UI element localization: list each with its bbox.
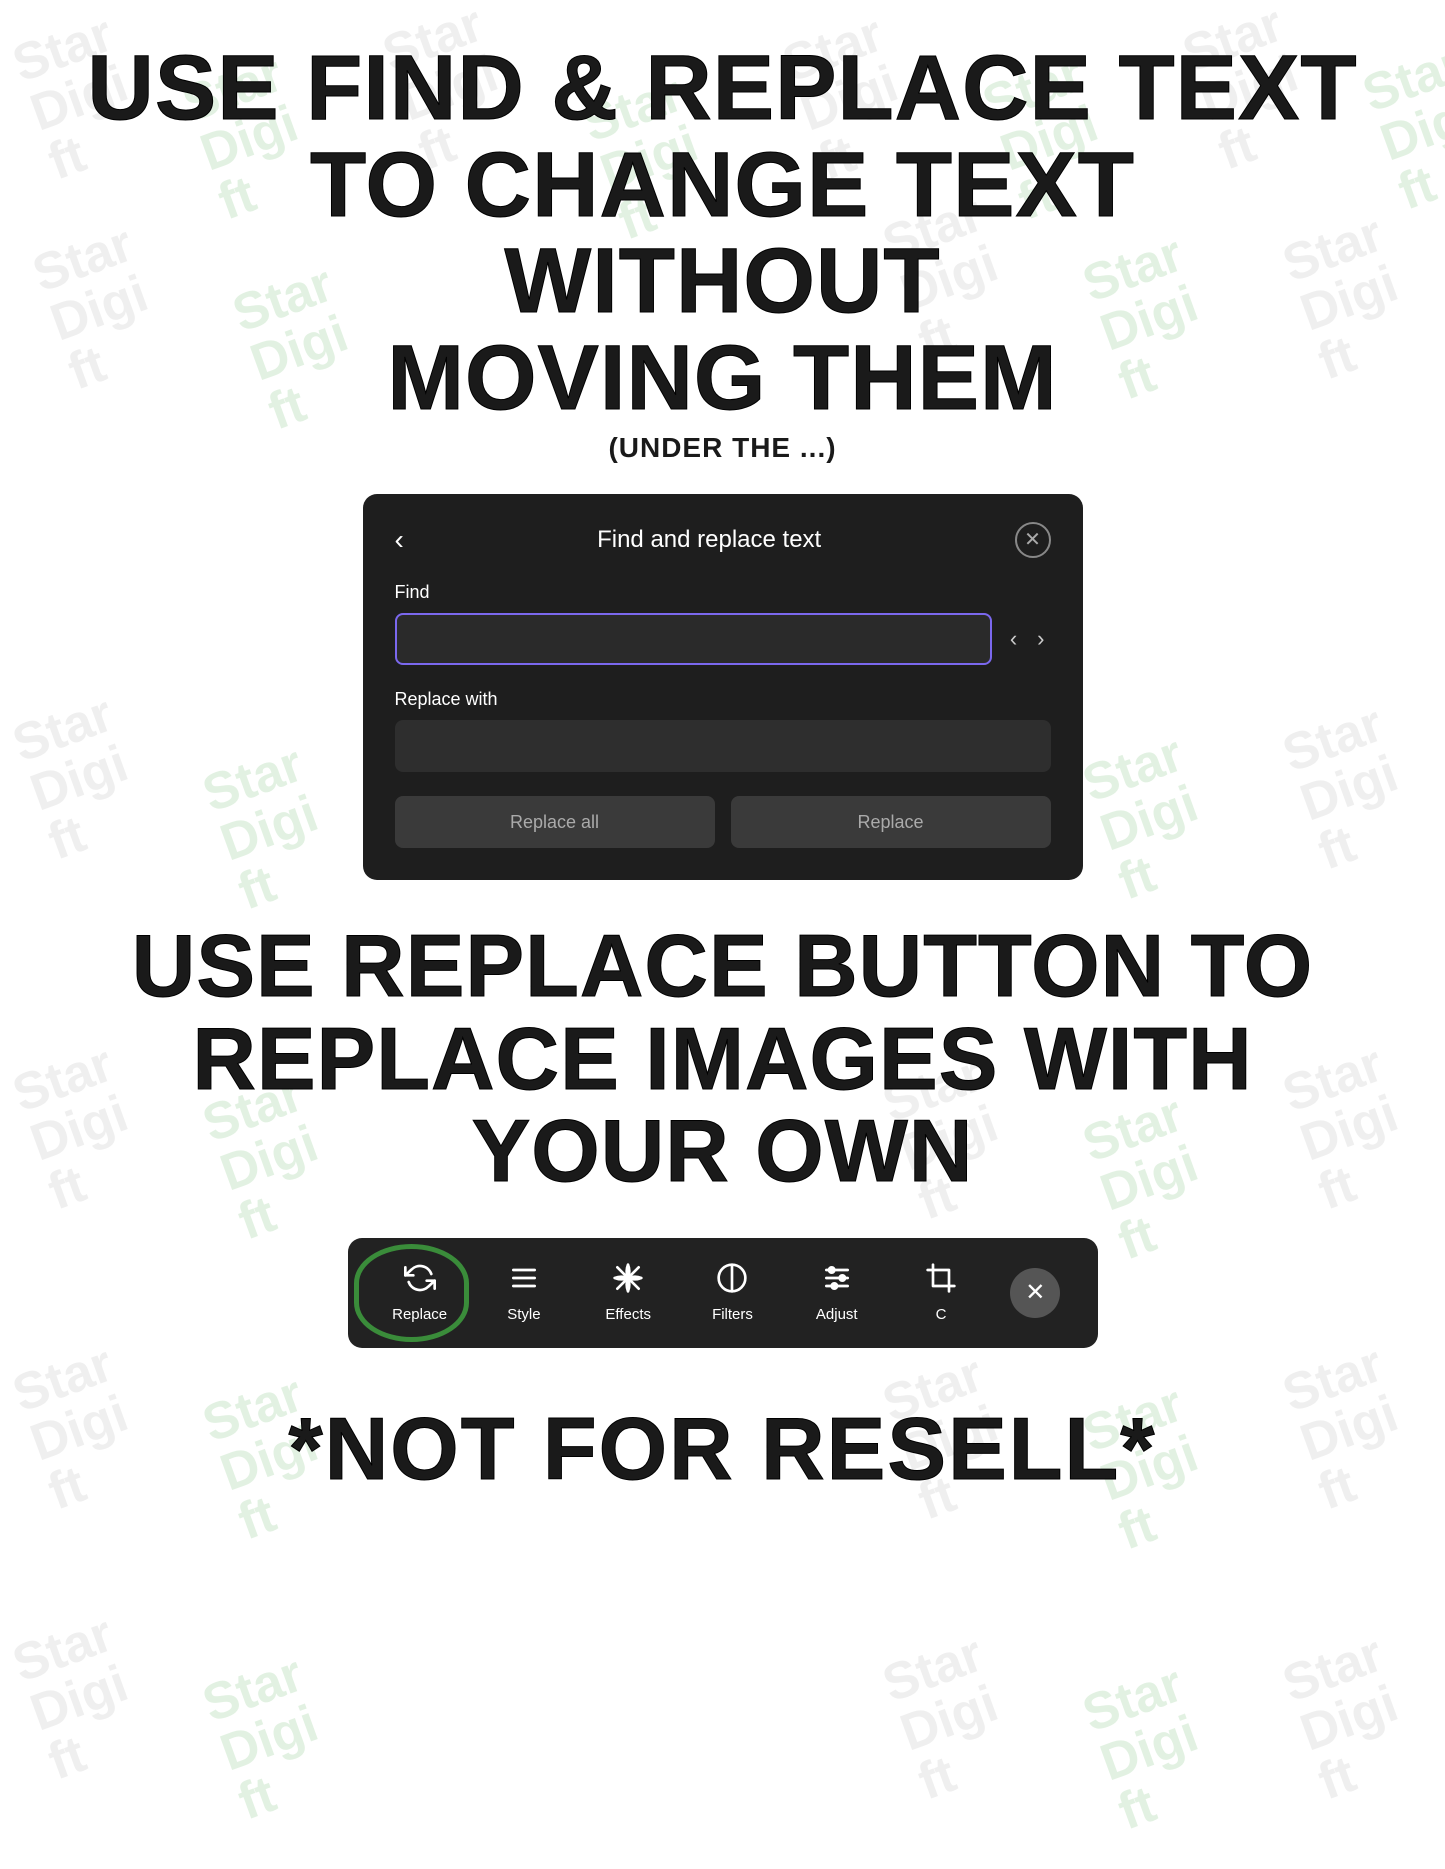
toolbar: Replace Style: [348, 1238, 1098, 1348]
toolbar-label-effects: Effects: [605, 1306, 651, 1323]
style-icon: [508, 1262, 540, 1300]
toolbar-item-filters[interactable]: Filters: [697, 1262, 767, 1323]
toolbar-item-crop[interactable]: C: [906, 1262, 976, 1323]
watermark-tile: StarDigift: [1076, 1657, 1224, 1838]
footer-text: *NOT FOR RESELL*: [288, 1398, 1156, 1500]
replace-icon: [404, 1262, 436, 1300]
dialog-back-button[interactable]: ‹: [395, 526, 404, 554]
dialog-header: ‹ Find and replace text ✕: [395, 522, 1051, 558]
find-replace-dialog: ‹ Find and replace text ✕ Find ‹ › Repla…: [363, 494, 1083, 880]
dialog-buttons: Replace all Replace: [395, 796, 1051, 848]
dialog-title: Find and replace text: [597, 526, 821, 554]
replace-button[interactable]: Replace: [731, 796, 1051, 848]
watermark-tile: StarDigift: [1276, 1627, 1424, 1808]
headline-1: USE FIND & REPLACE TEXT TO CHANGE TEXT W…: [80, 40, 1365, 426]
toolbar-label-style: Style: [507, 1306, 540, 1323]
toolbar-label-replace: Replace: [392, 1306, 447, 1323]
replace-with-input[interactable]: [395, 720, 1051, 772]
filters-icon: [716, 1262, 748, 1300]
nav-arrows: ‹ ›: [1004, 622, 1051, 656]
main-content: USE FIND & REPLACE TEXT TO CHANGE TEXT W…: [0, 0, 1445, 1570]
adjust-icon: [821, 1262, 853, 1300]
watermark-tile: StarDigift: [196, 1647, 344, 1828]
next-arrow-button[interactable]: ›: [1031, 622, 1050, 656]
toolbar-item-effects[interactable]: Effects: [593, 1262, 663, 1323]
subtitle: (UNDER THE ...): [608, 432, 836, 464]
toolbar-item-style[interactable]: Style: [489, 1262, 559, 1323]
toolbar-close-button[interactable]: ✕: [1010, 1268, 1060, 1318]
find-row: ‹ ›: [395, 613, 1051, 665]
toolbar-item-replace[interactable]: Replace: [385, 1262, 455, 1323]
headline-2: USE REPLACE BUTTON TO REPLACE IMAGES WIT…: [80, 920, 1365, 1197]
find-input[interactable]: [395, 613, 992, 665]
replace-with-label: Replace with: [395, 689, 1051, 710]
toolbar-item-adjust[interactable]: Adjust: [802, 1262, 872, 1323]
toolbar-label-adjust: Adjust: [816, 1306, 858, 1323]
crop-icon: [925, 1262, 957, 1300]
watermark-tile: StarDigift: [876, 1627, 1024, 1808]
find-label: Find: [395, 582, 1051, 603]
toolbar-label-crop: C: [936, 1306, 947, 1323]
toolbar-label-filters: Filters: [712, 1306, 753, 1323]
effects-icon: [612, 1262, 644, 1300]
dialog-close-button[interactable]: ✕: [1015, 522, 1051, 558]
replace-all-button[interactable]: Replace all: [395, 796, 715, 848]
watermark-tile: StarDigift: [6, 1607, 154, 1788]
prev-arrow-button[interactable]: ‹: [1004, 622, 1023, 656]
